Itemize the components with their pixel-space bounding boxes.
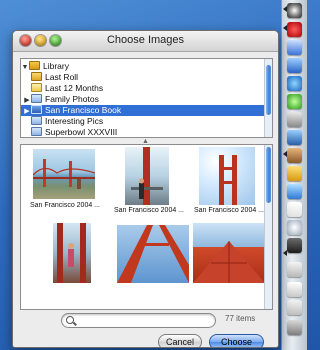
photo-grid[interactable]: San Francisco 2004 ... San Francisco 200… — [20, 144, 273, 310]
photo-caption: San Francisco 2004 ... — [29, 202, 101, 209]
choose-images-window: Choose Images ▼ Library Last Roll Last 12… — [12, 30, 279, 348]
item-count: 77 items — [225, 314, 256, 323]
album-icon — [31, 127, 42, 136]
garageband-icon[interactable] — [287, 166, 302, 181]
preview-icon[interactable] — [287, 262, 302, 277]
camera-icon[interactable] — [287, 3, 302, 18]
photo-grid-scrollbar[interactable] — [264, 145, 272, 309]
source-item-interesting-pics[interactable]: Interesting Pics — [21, 116, 272, 127]
photo-thumbnail[interactable] — [193, 223, 265, 283]
source-item-label: Family Photos — [45, 94, 99, 104]
search-field[interactable] — [61, 313, 216, 328]
safari-icon[interactable] — [287, 58, 302, 73]
source-item-label: San Francisco Book — [45, 105, 122, 115]
itunes-icon[interactable] — [287, 94, 302, 109]
photo-thumbnail[interactable] — [117, 225, 189, 283]
cancel-button[interactable]: Cancel — [158, 334, 202, 347]
library-icon — [29, 61, 40, 70]
golden-gate-photo — [117, 225, 189, 283]
document-icon[interactable] — [287, 282, 302, 297]
quicktime-icon[interactable] — [287, 238, 302, 253]
running-indicator — [283, 250, 287, 256]
scrollbar-thumb[interactable] — [266, 147, 271, 203]
last-12-months-icon — [31, 83, 42, 92]
source-list-scrollbar[interactable] — [264, 59, 272, 137]
source-item-label: Superbowl XXXVIII — [45, 127, 118, 137]
source-item-last-roll[interactable]: Last Roll — [21, 72, 272, 83]
mail-icon[interactable] — [287, 40, 302, 55]
folder-icon[interactable] — [287, 300, 302, 315]
clock-icon[interactable] — [287, 220, 302, 235]
source-list[interactable]: ▼ Library Last Roll Last 12 Months ▶ Famil… — [20, 58, 273, 138]
trash-icon[interactable] — [287, 320, 302, 335]
source-item-superbowl[interactable]: Superbowl XXXVIII — [21, 127, 272, 137]
title-bar: Choose Images — [13, 31, 278, 52]
golden-gate-photo — [57, 223, 86, 283]
dock — [281, 0, 307, 350]
search-icon — [66, 316, 74, 324]
idvd-icon[interactable] — [287, 184, 302, 199]
photo-caption: San Francisco 2004 ... — [193, 207, 265, 214]
scrollbar-thumb[interactable] — [266, 65, 271, 115]
window-title: Choose Images — [106, 34, 185, 46]
network-icon[interactable] — [287, 22, 302, 37]
source-item-label: Last 12 Months — [45, 83, 104, 93]
ical-icon[interactable] — [287, 202, 302, 217]
photo-thumbnail[interactable] — [53, 223, 91, 283]
ichat-icon[interactable] — [287, 76, 302, 91]
source-item-label: Library — [43, 61, 69, 71]
source-item-label: Interesting Pics — [45, 116, 104, 126]
golden-gate-photo — [33, 159, 95, 189]
source-item-label: Last Roll — [45, 72, 79, 82]
choose-button[interactable]: Choose — [209, 334, 264, 347]
source-item-family-photos[interactable]: ▶ Family Photos — [21, 94, 267, 105]
golden-gate-photo — [131, 147, 163, 205]
source-item-san-francisco-book[interactable]: ▶ San Francisco Book — [21, 105, 267, 116]
album-icon — [31, 94, 42, 103]
golden-gate-photo — [219, 155, 237, 205]
photo-caption: San Francisco 2004 ... — [113, 207, 185, 214]
last-roll-icon — [31, 72, 42, 81]
album-icon — [31, 116, 42, 125]
photo-thumbnail[interactable] — [33, 149, 95, 199]
source-item-last-12-months[interactable]: Last 12 Months — [21, 83, 272, 94]
imovie-icon[interactable] — [287, 148, 302, 163]
golden-gate-photo — [193, 241, 265, 283]
photo-thumbnail[interactable] — [199, 147, 255, 205]
address-book-icon[interactable] — [287, 112, 302, 127]
book-icon — [31, 105, 42, 114]
photo-thumbnail[interactable] — [125, 147, 169, 205]
iphoto-icon[interactable] — [287, 130, 302, 145]
source-item-library[interactable]: ▼ Library — [21, 61, 265, 72]
